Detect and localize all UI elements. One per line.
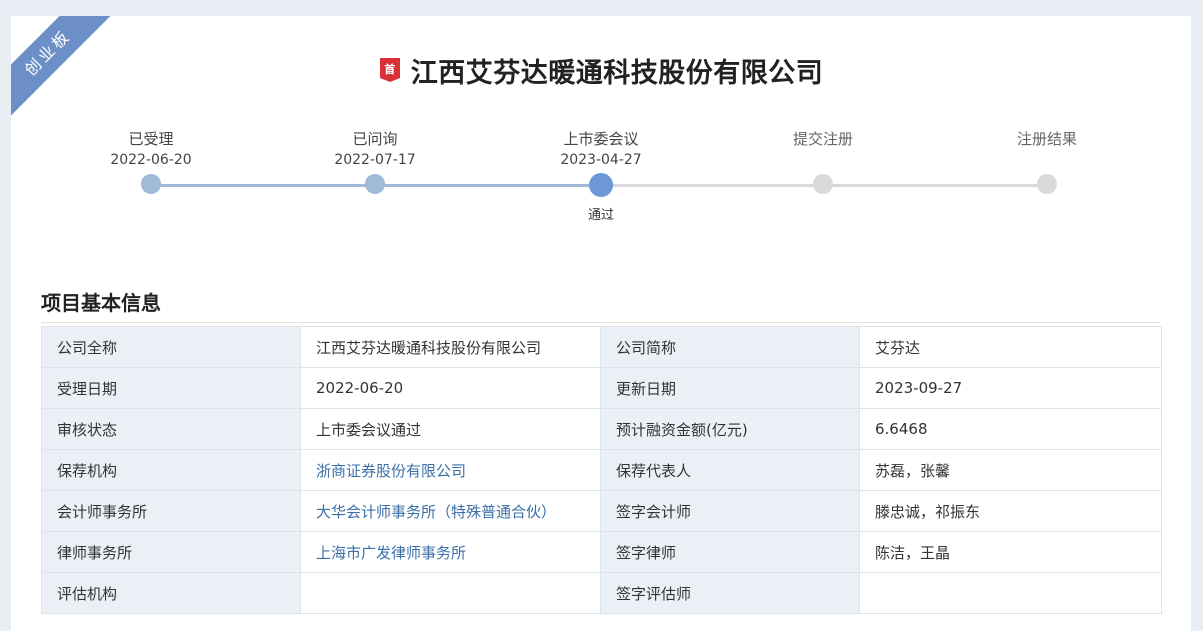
section-divider: [41, 322, 1161, 323]
table-row: 审核状态 上市委会议通过 预计融资金额(亿元) 6.6468: [41, 408, 1162, 450]
step-listing-committee: 上市委会议 2023-04-27 通过: [521, 128, 681, 223]
signing-accountants: 滕忠诚，祁振东: [859, 490, 1162, 532]
step-accepted: 已受理 2022-06-20: [71, 128, 231, 194]
field-label: 律师事务所: [41, 531, 301, 573]
table-row: 律师事务所 上海市广发律师事务所 签字律师 陈洁，王晶: [41, 531, 1162, 573]
field-label: 签字会计师: [600, 490, 860, 532]
review-progress-timeline: 已受理 2022-06-20 已问询 2022-07-17 上市委会议 2023…: [11, 128, 1191, 238]
field-label: 评估机构: [41, 572, 301, 614]
step-label: 注册结果: [1016, 130, 1077, 148]
ipo-first-badge-icon: 首: [379, 58, 401, 82]
planned-financing-amount: 6.6468: [859, 408, 1162, 450]
table-row: 公司全称 江西艾芬达暖通科技股份有限公司 公司简称 艾芬达: [41, 326, 1162, 368]
law-firm-link[interactable]: 上海市广发律师事务所: [300, 531, 601, 573]
table-row: 保荐机构 浙商证券股份有限公司 保荐代表人 苏磊，张馨: [41, 449, 1162, 491]
accept-date: 2022-06-20: [300, 367, 601, 409]
step-dot: [141, 174, 161, 194]
company-title-row: 首 江西艾芬达暖通科技股份有限公司: [11, 50, 1191, 90]
step-dot: [365, 174, 385, 194]
step-dot: [813, 174, 833, 194]
field-label: 公司简称: [600, 326, 860, 368]
company-short-name: 艾芬达: [859, 326, 1162, 368]
field-label: 审核状态: [41, 408, 301, 450]
step-date: 2023-04-27: [560, 152, 642, 168]
field-label: 保荐机构: [41, 449, 301, 491]
step-date: 2022-07-17: [334, 152, 416, 168]
step-dot-current: [589, 173, 613, 197]
table-row: 受理日期 2022-06-20 更新日期 2023-09-27: [41, 367, 1162, 409]
step-date: [743, 150, 903, 170]
step-submit-registration: 提交注册: [743, 128, 903, 194]
field-label: 受理日期: [41, 367, 301, 409]
accounting-firm-link[interactable]: 大华会计师事务所（特殊普通合伙）: [300, 490, 601, 532]
step-inquired: 已问询 2022-07-17: [295, 128, 455, 194]
field-label: 会计师事务所: [41, 490, 301, 532]
section-title: 项目基本信息: [41, 291, 161, 315]
step-label: 已受理: [128, 130, 174, 148]
signing-lawyers: 陈洁，王晶: [859, 531, 1162, 573]
project-card: 创业板 首 江西艾芬达暖通科技股份有限公司 已受理 2022-06-20 已问询…: [11, 16, 1191, 631]
badge-text: 首: [384, 63, 396, 76]
field-label: 保荐代表人: [600, 449, 860, 491]
signing-appraisers: [859, 572, 1162, 614]
sponsor-link[interactable]: 浙商证券股份有限公司: [300, 449, 601, 491]
field-label: 预计融资金额(亿元): [600, 408, 860, 450]
step-result: 通过: [587, 208, 614, 223]
table-row: 会计师事务所 大华会计师事务所（特殊普通合伙） 签字会计师 滕忠诚，祁振东: [41, 490, 1162, 532]
step-label: 提交注册: [792, 130, 853, 148]
step-registration-result: 注册结果: [967, 128, 1127, 194]
step-label: 上市委会议: [563, 130, 639, 148]
company-title: 江西艾芬达暖通科技股份有限公司: [410, 57, 824, 89]
step-label: 已问询: [352, 130, 398, 148]
company-full-name: 江西艾芬达暖通科技股份有限公司: [300, 326, 601, 368]
table-row: 评估机构 签字评估师: [41, 572, 1162, 614]
appraisal-institution: [300, 572, 601, 614]
sponsor-representatives: 苏磊，张馨: [859, 449, 1162, 491]
field-label: 更新日期: [600, 367, 860, 409]
step-date: [967, 150, 1127, 170]
update-date: 2023-09-27: [859, 367, 1162, 409]
field-label: 签字律师: [600, 531, 860, 573]
review-status: 上市委会议通过: [300, 408, 601, 450]
step-date: 2022-06-20: [110, 152, 192, 168]
project-info-table: 公司全称 江西艾芬达暖通科技股份有限公司 公司简称 艾芬达 受理日期 2022-…: [41, 326, 1162, 614]
step-dot: [1037, 174, 1057, 194]
field-label: 签字评估师: [600, 572, 860, 614]
field-label: 公司全称: [41, 326, 301, 368]
